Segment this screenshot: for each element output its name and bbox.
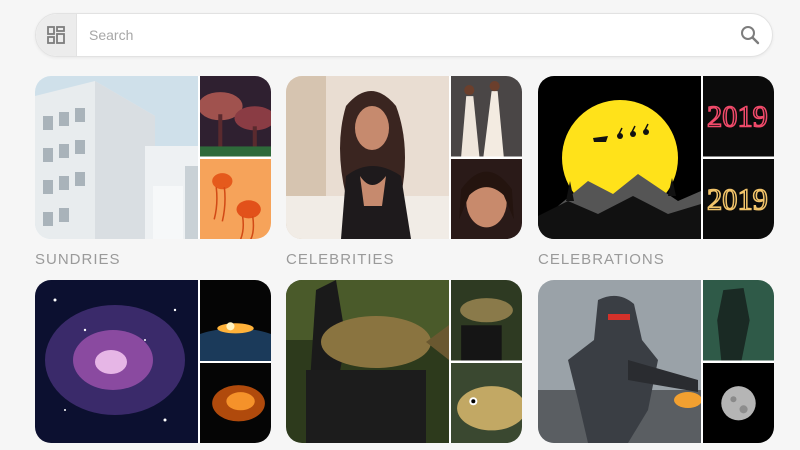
svg-text:2019: 2019 bbox=[707, 99, 768, 133]
category-tile-celebrities[interactable] bbox=[286, 76, 522, 239]
fisherman-carp-photo bbox=[286, 280, 449, 443]
nebula-photo bbox=[35, 280, 198, 443]
celebrity-portrait-photo bbox=[286, 76, 449, 239]
fire-nebula-photo bbox=[200, 362, 271, 443]
category-label-celebrations[interactable]: CELEBRATIONS bbox=[538, 251, 665, 268]
svg-text:2019: 2019 bbox=[707, 182, 768, 216]
category-tile-games[interactable] bbox=[538, 280, 774, 443]
fish-catch-photo-1 bbox=[451, 280, 522, 361]
soldier-green-photo bbox=[703, 280, 774, 361]
search-button[interactable] bbox=[728, 14, 772, 56]
moon-photo bbox=[703, 362, 774, 443]
building-photo bbox=[35, 76, 198, 239]
search-bar bbox=[35, 13, 773, 57]
category-tile-space[interactable] bbox=[35, 280, 271, 443]
category-tile-fishing[interactable] bbox=[286, 280, 522, 443]
garden-trees-photo bbox=[200, 76, 271, 157]
fish-catch-photo-2 bbox=[451, 362, 522, 443]
sparkler-2019-photo-2: 2019 bbox=[703, 158, 774, 239]
category-label-sundries[interactable]: SUNDRIES bbox=[35, 251, 121, 268]
grid-icon bbox=[47, 26, 65, 44]
sparkler-2019-photo-1: 2019 bbox=[703, 76, 774, 157]
category-tile-celebrations[interactable]: 2019 2019 bbox=[538, 76, 774, 239]
armored-soldier-photo bbox=[538, 280, 701, 443]
santa-moon-photo bbox=[538, 76, 701, 239]
category-tile-sundries[interactable] bbox=[35, 76, 271, 239]
search-icon bbox=[741, 26, 760, 45]
category-label-celebrities[interactable]: CELEBRITIES bbox=[286, 251, 395, 268]
celebrity-face-photo bbox=[451, 158, 522, 239]
grid-view-button[interactable] bbox=[36, 14, 77, 56]
earth-horizon-photo bbox=[200, 280, 271, 361]
jellyfish-photo bbox=[200, 158, 271, 239]
search-input[interactable] bbox=[77, 14, 728, 56]
dancers-photo bbox=[451, 76, 522, 157]
